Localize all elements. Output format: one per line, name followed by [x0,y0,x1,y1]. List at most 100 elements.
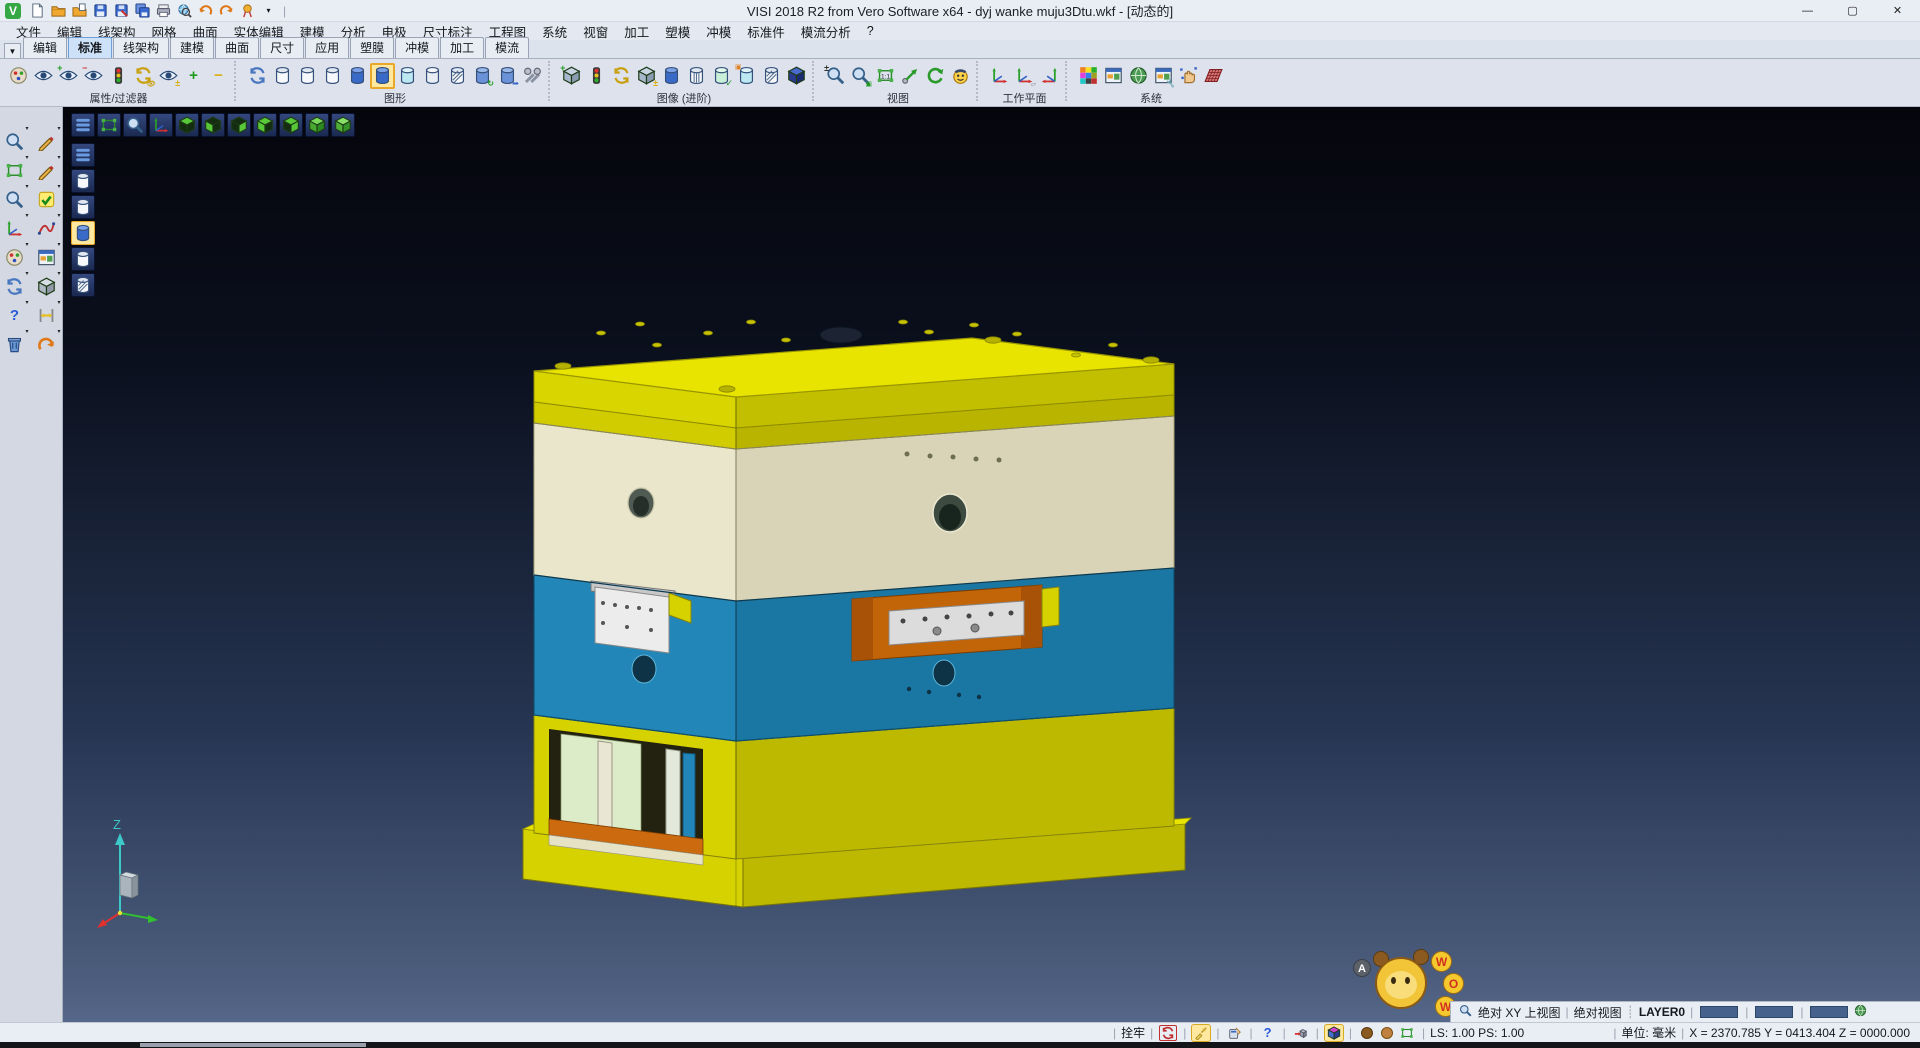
tab-progress[interactable]: 冲模 [395,37,439,58]
solid-dashed-button[interactable] [659,63,684,89]
tab-dropdown-button[interactable]: ▼ [4,43,21,58]
confirm-check-button[interactable] [35,187,59,211]
attribute-edit-button[interactable] [6,63,31,89]
tab-modeling[interactable]: 建模 [170,37,214,58]
zoom-window-button[interactable]: ▣ [848,63,873,89]
globe-icon[interactable] [1854,1004,1867,1020]
workplane-face-button[interactable]: ▱ [1012,63,1037,89]
viewport-3d-canvas[interactable]: Z A W O W [63,107,1920,1022]
tab-flow[interactable]: 模流 [485,37,529,58]
workplane-xyz-button[interactable] [987,63,1012,89]
menu-standard-parts[interactable]: 标准件 [739,22,793,41]
menu-progress[interactable]: 冲模 [698,22,739,41]
hide-all-button[interactable]: − [206,63,231,89]
color-palette-button[interactable] [1076,63,1101,89]
redraw-button[interactable] [245,63,270,89]
tab-machining[interactable]: 加工 [440,37,484,58]
undo-button[interactable] [195,1,216,20]
window-grid-button[interactable] [35,245,59,269]
menu-flow-analysis[interactable]: 模流分析 [793,22,859,41]
menu-machining[interactable]: 加工 [616,22,657,41]
solid-hatch-button[interactable] [759,63,784,89]
absolute-view-indicator[interactable]: 绝对视图 [1574,1004,1622,1021]
tab-edit[interactable]: 编辑 [23,37,67,58]
tab-dimension[interactable]: 尺寸 [260,37,304,58]
view-attributes-button[interactable] [31,63,56,89]
tab-mold[interactable]: 塑膜 [350,37,394,58]
tab-standard[interactable]: 标准 [68,37,112,58]
display-hidden-line-button[interactable] [295,63,320,89]
display-shaded-button[interactable] [345,63,370,89]
add-image-button[interactable]: + [559,63,584,89]
pen-color-swatch[interactable] [1755,1006,1793,1018]
display-dashed-button[interactable] [320,63,345,89]
tab-wireframe[interactable]: 线架构 [113,37,169,58]
save-all-button[interactable] [132,1,153,20]
background-color-swatch[interactable] [1810,1006,1848,1018]
shade-copy-button[interactable]: ➦ [495,63,520,89]
help-status-button[interactable]: ? [1259,1025,1277,1041]
minimize-button[interactable]: — [1785,0,1830,21]
display-settings-button[interactable] [520,63,545,89]
pan-view-button[interactable] [898,63,923,89]
menu-system[interactable]: 系统 [534,22,575,41]
refresh-visibility-button[interactable]: 👁 [131,63,156,89]
workplane-align-button[interactable] [1037,63,1062,89]
calculator-status-button[interactable] [1226,1025,1244,1041]
undo-tool-button[interactable] [35,332,59,356]
zoom-window-tool-button[interactable] [3,158,27,182]
hide-entities-button[interactable]: − [81,63,106,89]
solid-view-button[interactable] [784,63,809,89]
display-ghost-button[interactable] [420,63,445,89]
solid-striped-button[interactable] [684,63,709,89]
zoom-extents-button[interactable] [873,63,898,89]
maximize-button[interactable]: ▢ [1830,0,1875,21]
display-wireframe-button[interactable] [270,63,295,89]
taskbar-app-segment[interactable] [140,1043,366,1047]
quick-access-dropdown[interactable]: ▾ [258,1,279,20]
grid-plane-button[interactable] [1201,63,1226,89]
sketch-circle-button[interactable] [35,158,59,182]
scale-indicator[interactable]: LS: 1.00 PS: 1.00 [1430,1026,1524,1040]
customize-button[interactable] [237,1,258,20]
print-button[interactable] [153,1,174,20]
layer-color-swatch[interactable] [1700,1006,1738,1018]
units-indicator[interactable]: 单位: 毫米 [1621,1024,1676,1041]
display-shaded-edges-button[interactable] [370,63,395,89]
toggle-visibility-button[interactable]: ± [156,63,181,89]
attributes-painter-button[interactable] [3,245,27,269]
open-file-button[interactable] [48,1,69,20]
view-mode-indicator[interactable]: 绝对 XY 上视图 [1478,1004,1560,1021]
filter-selection-button[interactable] [106,63,131,89]
snap-lock-label[interactable]: 拴牢 [1121,1024,1145,1041]
render-settings-button[interactable] [1101,63,1126,89]
workplane-cube-button[interactable] [1325,1025,1343,1041]
image-regen-button[interactable] [609,63,634,89]
view-orientation-button[interactable] [948,63,973,89]
rotate-view-button[interactable] [923,63,948,89]
help-tool-button[interactable]: ? [3,303,27,327]
solid-copy-button[interactable]: ▣ [734,63,759,89]
regen-view-button[interactable] [3,274,27,298]
solid-verify-button[interactable]: ✓ [709,63,734,89]
mold-3d-model[interactable]: Z [63,107,1920,1022]
search-icon[interactable] [1459,1004,1472,1020]
delete-tool-button[interactable] [3,332,27,356]
show-entities-button[interactable]: + [56,63,81,89]
save-button[interactable] [90,1,111,20]
regen-status-button[interactable] [1159,1025,1177,1041]
save-as-button[interactable] [111,1,132,20]
solid-cube-button[interactable] [35,274,59,298]
import-file-button[interactable] [69,1,90,20]
wcs-move-button[interactable] [3,216,27,240]
zoom-tool-button[interactable] [3,129,27,153]
tab-surface[interactable]: 曲面 [215,37,259,58]
tab-application[interactable]: 应用 [305,37,349,58]
menu-mold[interactable]: 塑模 [657,22,698,41]
redo-button[interactable] [216,1,237,20]
new-document-button[interactable] [27,1,48,20]
image-filter-button[interactable] [584,63,609,89]
menu-help[interactable]: ? [859,24,882,38]
spline-edit-button[interactable] [35,216,59,240]
shade-regen-button[interactable]: ↻ [470,63,495,89]
